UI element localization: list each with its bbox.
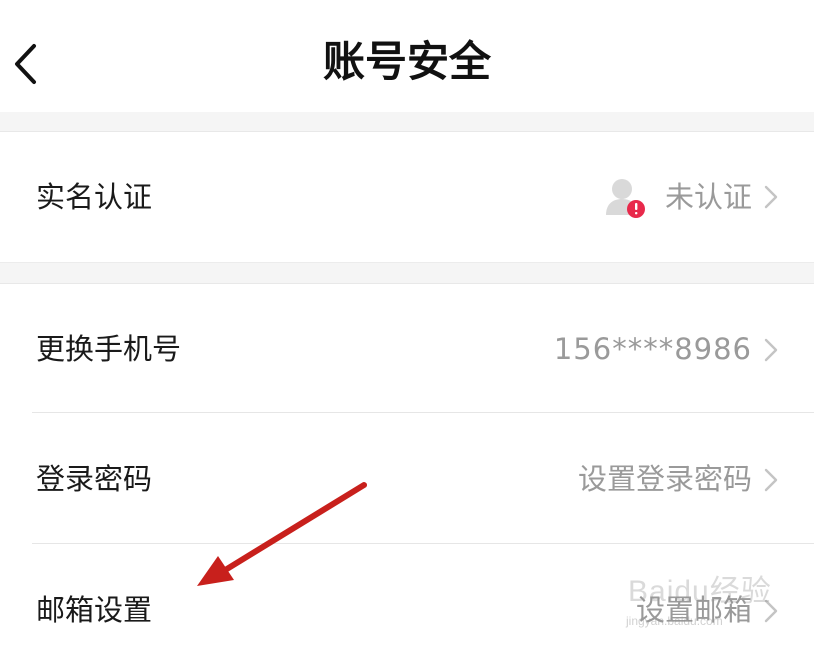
change-phone-row[interactable]: 更换手机号 156****8986 (0, 285, 814, 412)
header-bar: 账号安全 (0, 0, 814, 112)
chevron-right-icon (764, 468, 778, 492)
phone-number: 156****8986 (553, 332, 752, 366)
row-label: 更换手机号 (36, 332, 182, 366)
watermark-text: Baidu经验 (628, 575, 772, 608)
page-title: 账号安全 (322, 37, 491, 86)
row-label: 实名认证 (36, 180, 153, 214)
section-spacer (0, 262, 814, 284)
real-name-verification-row[interactable]: 实名认证 未认证 (0, 133, 814, 261)
user-warning-icon (604, 175, 648, 221)
login-password-row[interactable]: 登录密码 设置登录密码 (0, 413, 814, 543)
password-status: 设置登录密码 (577, 462, 752, 496)
row-label: 邮箱设置 (36, 593, 153, 627)
watermark-url: jingyan.baidu.com (626, 614, 723, 628)
section-spacer (0, 112, 814, 132)
chevron-right-icon (764, 338, 778, 362)
verification-status: 未认证 (664, 180, 752, 214)
row-label: 登录密码 (36, 462, 153, 496)
chevron-right-icon (764, 185, 778, 209)
